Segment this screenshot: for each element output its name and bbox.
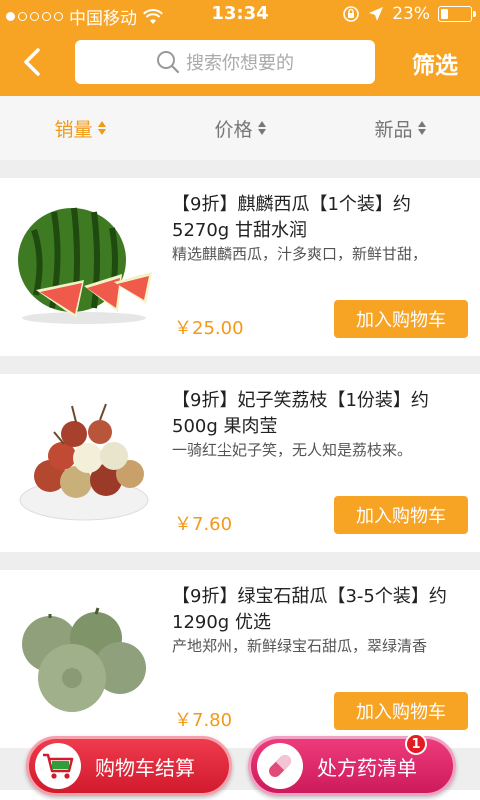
- sort-arrows-icon: [417, 121, 426, 135]
- lychee-image: [19, 403, 149, 521]
- bottom-actions: 购物车结算 处方药清单 1: [0, 732, 480, 800]
- product-title: 【9折】绿宝石甜瓜【3-5个装】约1290g 优选: [172, 586, 447, 633]
- product-desc: 产地郑州，新鲜绿宝石甜瓜，翠绿清香: [172, 637, 428, 655]
- add-to-cart-button[interactable]: 加入购物车: [334, 692, 468, 730]
- sort-price[interactable]: 价格: [160, 96, 320, 160]
- product-price: ￥7.60: [174, 514, 233, 535]
- sort-sales-label: 销量: [54, 118, 93, 141]
- product-item[interactable]: 【9折】妃子笑荔枝【1份装】约500g 果肉莹 一骑红尘妃子笑，无人知是荔枝来。…: [0, 374, 480, 552]
- product-item[interactable]: 【9折】麒麟西瓜【1个装】约5270g 甘甜水润 精选麒麟西瓜，汁多爽口，新鲜甘…: [0, 178, 480, 356]
- filter-button[interactable]: 筛选: [412, 46, 458, 80]
- product-price: ￥7.80: [174, 710, 233, 731]
- prescription-list-label: 处方药清单: [317, 755, 417, 780]
- prescription-count-badge: 1: [405, 733, 427, 755]
- search-placeholder: 搜索你想要的: [186, 53, 294, 74]
- orientation-lock-icon: [343, 6, 360, 22]
- shopping-cart-icon: [43, 753, 74, 779]
- product-list: 【9折】麒麟西瓜【1个装】约5270g 甘甜水润 精选麒麟西瓜，汁多爽口，新鲜甘…: [0, 178, 480, 766]
- back-arrow-icon[interactable]: [16, 44, 50, 80]
- melon-image: [22, 607, 146, 712]
- sort-new-label: 新品: [374, 118, 413, 141]
- add-to-cart-button[interactable]: 加入购物车: [334, 300, 468, 338]
- cart-checkout-button[interactable]: 购物车结算: [26, 736, 232, 796]
- watermelon-image: [18, 207, 152, 324]
- cart-checkout-label: 购物车结算: [95, 755, 195, 780]
- add-to-cart-button[interactable]: 加入购物车: [334, 496, 468, 534]
- battery-percent: 23%: [392, 4, 430, 24]
- product-desc: 一骑红尘妃子笑，无人知是荔枝来。: [172, 441, 413, 459]
- top-bar: 中国移动 13:34 23% 搜索你想要的 筛选: [0, 0, 480, 96]
- sort-sales[interactable]: 销量: [0, 96, 160, 160]
- search-icon: [157, 51, 180, 74]
- location-icon: [369, 7, 384, 21]
- sort-price-label: 价格: [214, 118, 253, 141]
- sort-new[interactable]: 新品: [320, 96, 480, 160]
- pill-icon-circle: [257, 743, 303, 789]
- product-title: 【9折】麒麟西瓜【1个装】约5270g 甘甜水润: [172, 194, 411, 241]
- cart-icon-circle: [35, 743, 81, 789]
- capsule-icon: [269, 755, 291, 777]
- sort-arrows-icon: [97, 121, 106, 135]
- product-price: ￥25.00: [174, 318, 244, 339]
- sort-bar: 销量 价格 新品: [0, 96, 480, 160]
- product-desc: 精选麒麟西瓜，汁多爽口，新鲜甘甜，: [172, 245, 428, 263]
- status-bar: 中国移动 13:34 23%: [0, 0, 480, 29]
- product-item[interactable]: 【9折】绿宝石甜瓜【3-5个装】约1290g 优选 产地郑州，新鲜绿宝石甜瓜，翠…: [0, 570, 480, 748]
- sort-arrows-icon: [257, 121, 266, 135]
- search-input[interactable]: 搜索你想要的: [75, 40, 375, 84]
- status-right: 23%: [342, 4, 476, 24]
- battery-icon: [438, 6, 476, 22]
- product-title: 【9折】妃子笑荔枝【1份装】约500g 果肉莹: [172, 390, 429, 437]
- prescription-list-button[interactable]: 处方药清单 1: [248, 733, 456, 796]
